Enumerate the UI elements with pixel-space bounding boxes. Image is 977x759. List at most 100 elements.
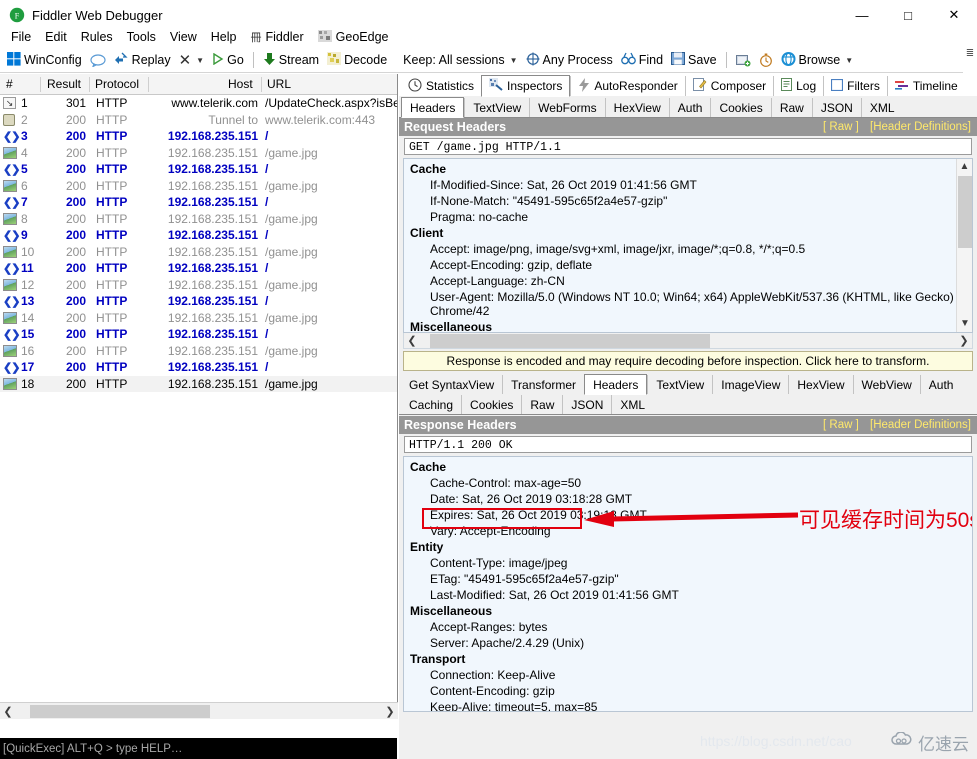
tab-json[interactable]: JSON [811, 98, 861, 117]
comment-bubble-icon[interactable] [86, 50, 110, 71]
header-line[interactable]: Accept-Ranges: bytes [404, 619, 972, 635]
tab-textview[interactable]: TextView [464, 98, 529, 117]
table-row[interactable]: 14 200 HTTP 192.168.235.151/game.jpg [0, 310, 397, 327]
scroll-thumb[interactable] [430, 333, 710, 348]
scroll-up-icon[interactable]: ▲ [957, 159, 972, 175]
tab-xml[interactable]: XML [860, 98, 903, 117]
menu-fiddler[interactable]: 冊 Fiddler [243, 27, 310, 47]
tab-xml[interactable]: XML [611, 395, 653, 414]
scroll-down-icon[interactable]: ▼ [957, 316, 972, 332]
scroll-left-icon[interactable]: ❮ [404, 334, 420, 347]
tab-textview[interactable]: TextView [647, 375, 712, 394]
header-line[interactable]: Keep-Alive: timeout=5, max=85 [404, 699, 972, 711]
column-header-url[interactable]: URL [267, 77, 291, 91]
table-row[interactable]: 2 200 HTTP Tunnel to www.telerik.com:443 [0, 112, 397, 129]
tab-webforms[interactable]: WebForms [529, 98, 604, 117]
save-button[interactable]: Save [667, 50, 721, 71]
header-line[interactable]: If-None-Match: "45491-595c65f2a4e57-gzip… [404, 193, 972, 209]
menu-edit[interactable]: Edit [38, 28, 74, 46]
tab-raw[interactable]: Raw [770, 98, 812, 117]
header-line[interactable]: Last-Modified: Sat, 26 Oct 2019 01:41:56… [404, 587, 972, 603]
scroll-thumb[interactable] [958, 176, 972, 248]
tab-inspectors[interactable]: Inspectors [481, 75, 571, 97]
winconfig-button[interactable]: WinConfig [3, 50, 86, 71]
tab-statistics[interactable]: Statistics [401, 76, 481, 96]
header-line[interactable]: ETag: "45491-595c65f2a4e57-gzip" [404, 571, 972, 587]
header-line[interactable]: Content-Encoding: gzip [404, 683, 972, 699]
quickexec-bar[interactable]: [QuickExec] ALT+Q > type HELP… [0, 738, 397, 759]
find-button[interactable]: Find [617, 50, 667, 71]
tab-caching[interactable]: Caching [401, 395, 461, 414]
response-headers-body[interactable]: Cache Cache-Control: max-age=50 Date: Sat,… [403, 456, 973, 712]
stream-button[interactable]: Stream [259, 50, 323, 71]
column-header-num[interactable]: # [6, 77, 13, 91]
column-header-protocol[interactable]: Protocol [95, 77, 139, 91]
response-tab-bar-row2[interactable]: Caching Cookies Raw JSON XML [399, 394, 977, 415]
scroll-left-icon[interactable]: ❮ [0, 705, 16, 718]
tab-transformer[interactable]: Transformer [502, 375, 584, 394]
tab-log[interactable]: Log [773, 76, 823, 96]
tab-json[interactable]: JSON [562, 395, 611, 414]
table-row[interactable]: ❮❯ 17 200 HTTP 192.168.235.151 / [0, 359, 397, 376]
decode-button[interactable]: Decode [323, 50, 391, 71]
menu-file[interactable]: File [4, 28, 38, 46]
column-divider-4[interactable] [261, 77, 262, 92]
scroll-right-icon[interactable]: ❯ [382, 705, 398, 718]
tab-auth[interactable]: Auth [919, 375, 962, 394]
header-line[interactable]: Accept-Language: zh-CN [404, 273, 972, 289]
column-header-result[interactable]: Result [47, 77, 81, 91]
keep-dropdown[interactable]: Keep: All sessions ▼ [399, 50, 521, 71]
table-row[interactable]: 10 200 HTTP 192.168.235.151/game.jpg [0, 244, 397, 261]
header-line[interactable]: Accept: image/png, image/svg+xml, image/… [404, 241, 972, 257]
table-row[interactable]: ❮❯ 13 200 HTTP 192.168.235.151 / [0, 293, 397, 310]
tab-headers[interactable]: Headers [401, 97, 465, 118]
menu-help[interactable]: Help [204, 28, 244, 46]
column-divider-3[interactable] [148, 77, 149, 92]
capture-icon[interactable] [732, 50, 755, 71]
table-row[interactable]: ❮❯ 7 200 HTTP 192.168.235.151 / [0, 194, 397, 211]
menu-tools[interactable]: Tools [120, 28, 163, 46]
tab-hexview[interactable]: HexView [788, 375, 852, 394]
header-line[interactable]: Content-Type: image/jpeg [404, 555, 972, 571]
table-row[interactable]: 18 200 HTTP 192.168.235.151/game.jpg [0, 375, 397, 392]
table-row[interactable]: ❮❯ 5 200 HTTP 192.168.235.151 / [0, 161, 397, 178]
header-line[interactable]: Server: Apache/2.4.29 (Unix) [404, 635, 972, 651]
header-line[interactable]: Accept-Encoding: gzip, deflate [404, 257, 972, 273]
menu-geoedge[interactable]: GeoEdge [311, 28, 396, 47]
tab-raw[interactable]: Raw [521, 395, 562, 414]
column-header-host[interactable]: Host [228, 77, 253, 91]
go-button[interactable]: Go [208, 50, 248, 71]
table-row[interactable]: 4 200 HTTP 192.168.235.151/game.jpg [0, 145, 397, 162]
column-divider-1[interactable] [40, 77, 41, 92]
sessions-horizontal-scrollbar[interactable]: ❮ ❯ [0, 702, 398, 719]
header-line[interactable]: If-Modified-Since: Sat, 26 Oct 2019 01:4… [404, 177, 972, 193]
request-tab-bar[interactable]: Headers TextView WebForms HexView Auth Cookie… [399, 96, 977, 118]
replay-button[interactable]: Replay [110, 50, 175, 71]
scroll-track[interactable] [16, 703, 382, 719]
toolbar-overflow-button[interactable]: ≣ [963, 48, 977, 73]
request-raw-link[interactable]: [ Raw ] [823, 121, 859, 133]
browse-button[interactable]: Browse ▼ [777, 50, 858, 71]
request-header-definitions-link[interactable]: [Header Definitions] [870, 121, 971, 133]
table-row[interactable]: 16 200 HTTP 192.168.235.151/game.jpg [0, 343, 397, 360]
tab-cookies[interactable]: Cookies [461, 395, 521, 414]
table-row[interactable]: 12 200 HTTP 192.168.235.151/game.jpg [0, 277, 397, 294]
main-tab-bar[interactable]: Statistics Inspectors AutoResponder Compose… [399, 74, 977, 97]
response-tab-bar-row1[interactable]: Get SyntaxView Transformer Headers TextView… [399, 373, 977, 395]
scroll-thumb[interactable] [30, 704, 210, 718]
timer-icon[interactable] [755, 50, 777, 71]
header-line[interactable]: Cache-Control: max-age=50 [404, 475, 972, 491]
scroll-track[interactable] [420, 333, 956, 348]
response-decode-notice[interactable]: Response is encoded and may require deco… [403, 351, 973, 371]
table-row[interactable]: ❮❯ 11 200 HTTP 192.168.235.151 / [0, 260, 397, 277]
table-row[interactable]: ❮❯ 9 200 HTTP 192.168.235.151 / [0, 227, 397, 244]
clear-sessions-button[interactable]: ✕ ▼ [175, 50, 209, 71]
tab-autoresponder[interactable]: AutoResponder [570, 76, 684, 96]
table-row[interactable]: 8 200 HTTP 192.168.235.151/game.jpg [0, 211, 397, 228]
tab-filters[interactable]: Filters [823, 76, 887, 96]
menu-view[interactable]: View [163, 28, 204, 46]
column-divider-2[interactable] [89, 77, 90, 92]
tab-webview[interactable]: WebView [852, 375, 920, 394]
scroll-right-icon[interactable]: ❯ [956, 334, 972, 347]
sessions-list[interactable]: ↘ 1 301 HTTP www.telerik.com/UpdateCheck.asp… [0, 95, 397, 717]
